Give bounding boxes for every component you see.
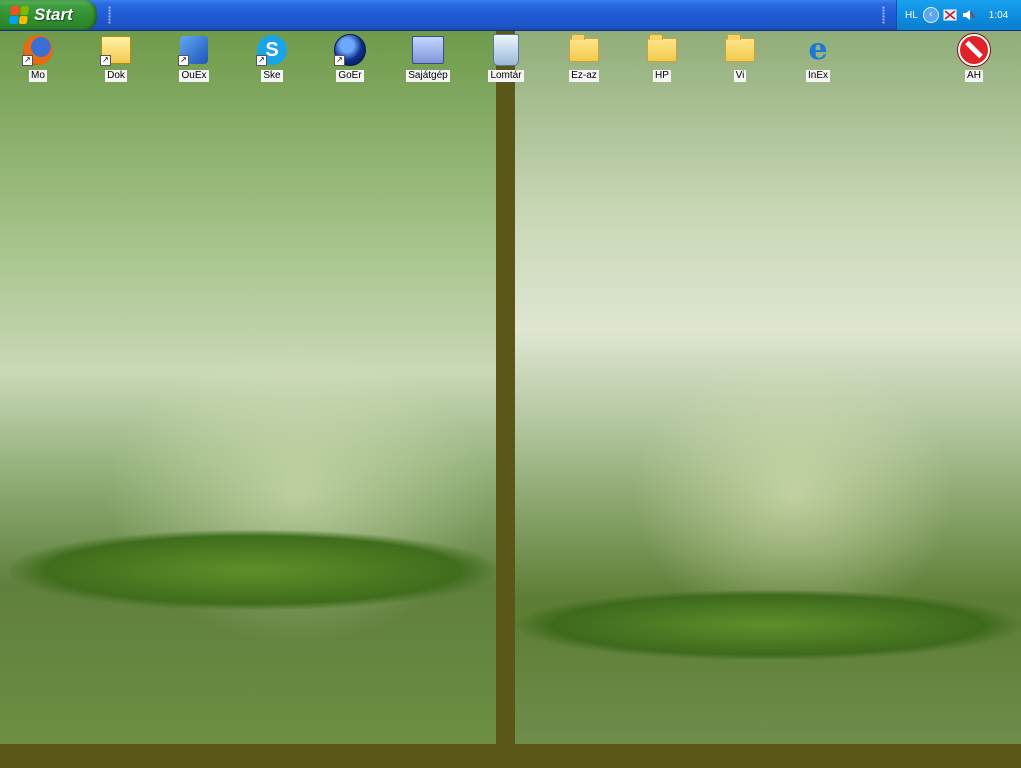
wallpaper-bottom-strip <box>0 744 1021 768</box>
shortcut-arrow-icon: ↗ <box>100 55 111 66</box>
desktop-icon-folder-ez-az[interactable]: Ez-az <box>554 34 614 90</box>
desktop-icon-internet-explorer[interactable]: e InEx <box>788 34 848 90</box>
wallpaper-left-panel <box>0 30 496 744</box>
shortcut-arrow-icon: ↗ <box>178 55 189 66</box>
desktop-icon-folder-vi[interactable]: Vi <box>710 34 770 90</box>
desktop-icon-my-computer[interactable]: Sajátgép <box>398 34 458 90</box>
shortcut-arrow-icon: ↗ <box>256 55 267 66</box>
recycle-bin-icon <box>493 34 519 66</box>
folder-icon <box>725 34 755 62</box>
show-hidden-icons-button[interactable]: ‹ <box>922 7 939 23</box>
desktop-icon-label: Dok <box>105 70 127 82</box>
desktop-icon-label: Mo <box>29 70 47 82</box>
desktop-icon-google-earth[interactable]: ↗ GoEr <box>320 34 380 90</box>
desktop-icon-label: InEx <box>805 70 830 82</box>
desktop-icon-firefox[interactable]: ↗ Mo <box>8 34 68 90</box>
desktop-icon-skype[interactable]: S ↗ Ske <box>242 34 302 90</box>
network-icon[interactable] <box>943 8 957 22</box>
desktop-icon-label: Vi <box>733 70 747 82</box>
volume-icon[interactable] <box>961 8 975 22</box>
desktop-icon-folder-hp[interactable]: HP <box>632 34 692 90</box>
quick-launch-grip[interactable] <box>108 6 111 24</box>
folder-icon <box>569 34 599 62</box>
no-entry-icon <box>958 34 990 66</box>
desktop-icon-label: Ez-az <box>569 70 599 82</box>
windows-logo-icon <box>8 6 30 24</box>
language-indicator[interactable]: HL <box>905 10 918 21</box>
clock[interactable]: 1:04 <box>989 10 1008 21</box>
desktop[interactable]: Start HL ‹ 1:04 ↗ Mo ↗ Dok ↗ OuEx S ↗ Sk… <box>0 0 1021 768</box>
desktop-icon-label: GoEr <box>336 70 364 82</box>
desktop-icon-recycle-bin[interactable]: Lomtár <box>476 34 536 90</box>
chevron-left-icon: ‹ <box>928 9 933 20</box>
system-tray: HL ‹ 1:04 <box>896 0 1021 30</box>
desktop-icon-label: OuEx <box>179 70 209 82</box>
tray-grip[interactable] <box>882 6 885 24</box>
desktop-icon-ah[interactable]: AH <box>944 34 1004 90</box>
internet-explorer-icon: e <box>808 32 828 67</box>
desktop-icon-documents[interactable]: ↗ Dok <box>86 34 146 90</box>
desktop-icon-label: Lomtár <box>488 70 524 82</box>
start-button[interactable]: Start <box>0 0 97 30</box>
shortcut-arrow-icon: ↗ <box>22 55 33 66</box>
wallpaper-divider <box>496 30 515 744</box>
desktop-icon-label: Ske <box>261 70 283 82</box>
start-label: Start <box>34 5 73 24</box>
desktop-icon-outlook-express[interactable]: ↗ OuEx <box>164 34 224 90</box>
shortcut-arrow-icon: ↗ <box>334 55 345 66</box>
desktop-icon-label: HP <box>653 70 671 82</box>
lily-pad-right <box>515 590 1021 660</box>
my-computer-icon <box>412 36 444 64</box>
folder-icon <box>647 34 677 62</box>
taskbar: Start HL ‹ 1:04 <box>0 0 1021 31</box>
desktop-icon-label: Sajátgép <box>406 70 450 82</box>
lily-pad-left <box>10 530 496 610</box>
desktop-icon-label: AH <box>965 70 983 82</box>
